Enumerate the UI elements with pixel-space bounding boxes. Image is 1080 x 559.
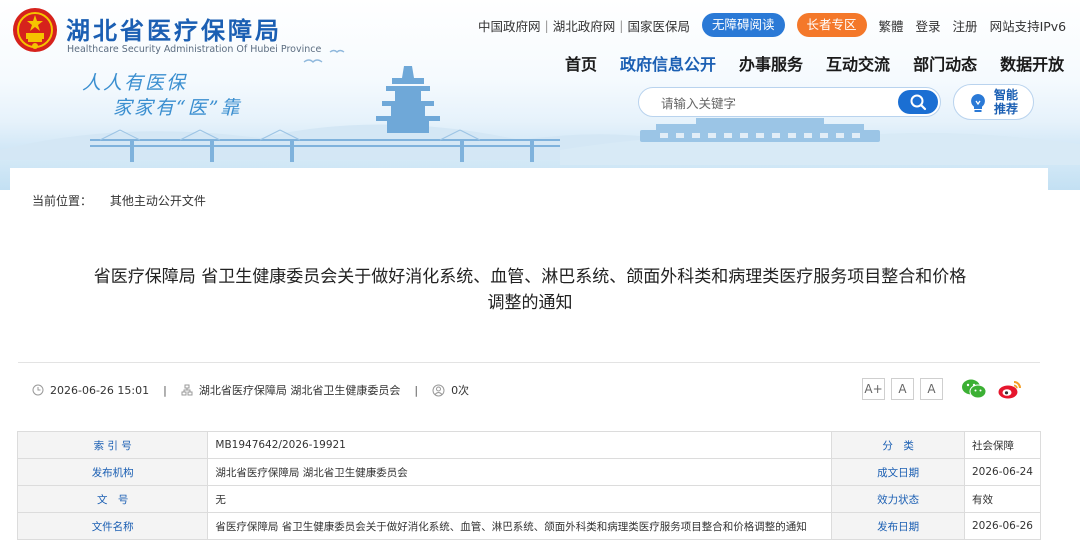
clock-icon <box>32 384 44 396</box>
nav-services[interactable]: 办事服务 <box>739 51 803 75</box>
table-row: 发布机构 湖北省医疗保障局 湖北省卫生健康委员会 成文日期 2026-06-24 <box>16 458 1042 486</box>
traditional-chinese-link[interactable]: 繁體 <box>879 16 904 35</box>
font-normal-button[interactable]: A <box>891 378 914 400</box>
link-nhsa[interactable]: 国家医保局 <box>627 16 690 35</box>
link-hubei-gov[interactable]: 湖北政府网 <box>553 16 616 35</box>
article-card: 当前位置： 其他主动公开文件 省医疗保障局 省卫生健康委员会关于做好消化系统、血… <box>10 168 1048 559</box>
label-index-number: 索 引 号 <box>16 431 209 459</box>
view-count: 0次 <box>451 384 470 397</box>
elder-zone-button[interactable]: 长者专区 <box>796 13 867 37</box>
nav-interaction[interactable]: 互动交流 <box>826 51 890 75</box>
link-gov-cn[interactable]: 中国政府网 <box>478 16 541 35</box>
value-publish-date: 2026-06-26 <box>963 512 1042 540</box>
value-document-number: 无 <box>207 485 833 513</box>
nav-department-news[interactable]: 部门动态 <box>913 51 977 75</box>
document-info-table: 索 引 号 MB1947642/2026-19921 分 类 社会保障 发布机构… <box>16 431 1042 540</box>
value-document-name: 省医疗保障局 省卫生健康委员会关于做好消化系统、血管、淋巴系统、颌面外科类和病理… <box>207 512 833 540</box>
article-title: 省医疗保障局 省卫生健康委员会关于做好消化系统、血管、淋巴系统、颌面外科类和病理… <box>50 264 1010 316</box>
login-link[interactable]: 登录 <box>916 16 941 35</box>
value-validity: 有效 <box>963 485 1042 513</box>
breadcrumb-prefix: 当前位置： <box>32 194 93 208</box>
breadcrumb: 当前位置： 其他主动公开文件 <box>32 192 206 209</box>
weibo-icon[interactable] <box>997 378 1023 400</box>
main-navigation: 首页 政府信息公开 办事服务 互动交流 部门动态 数据开放 <box>565 51 1064 75</box>
label-publisher: 发布机构 <box>16 458 209 486</box>
label-document-number: 文 号 <box>16 485 209 513</box>
link-separator: | <box>544 17 549 33</box>
share-buttons <box>961 378 1033 400</box>
font-increase-button[interactable]: A+ <box>862 378 885 400</box>
link-separator: | <box>619 17 624 33</box>
article-meta: 2026-06-26 15:01 | 湖北省医疗保障局 湖北省卫生健康委员会 |… <box>32 382 469 398</box>
label-document-name: 文件名称 <box>16 512 209 540</box>
meta-separator: | <box>163 383 167 397</box>
header-banner: 湖北省医疗保障局 Healthcare Security Administrat… <box>0 0 1080 190</box>
nav-open-data[interactable]: 数据开放 <box>1000 51 1064 75</box>
smart-recommend-line2: 推荐 <box>994 102 1019 116</box>
value-written-date: 2026-06-24 <box>963 458 1042 486</box>
font-size-controls: A+ A A <box>862 378 949 400</box>
slogan-line-2: 家家有“医”靠 <box>113 97 242 119</box>
search-input[interactable] <box>661 94 891 112</box>
nav-home[interactable]: 首页 <box>565 51 597 75</box>
ipv6-link[interactable]: 网站支持IPv6 <box>990 16 1067 35</box>
article-title-line2: 调整的通知 <box>487 293 573 313</box>
table-row: 文 号 无 效力状态 有效 <box>16 485 1042 513</box>
article-title-line1: 省医疗保障局 省卫生健康委员会关于做好消化系统、血管、淋巴系统、颌面外科类和病理… <box>93 267 967 287</box>
divider <box>18 362 1040 363</box>
accessible-reading-button[interactable]: 无障碍阅读 <box>701 13 785 37</box>
smart-recommend-line1: 智能 <box>994 88 1019 102</box>
table-row: 文件名称 省医疗保障局 省卫生健康委员会关于做好消化系统、血管、淋巴系统、颌面外… <box>16 512 1042 540</box>
search-button[interactable] <box>898 90 938 114</box>
nav-gov-info-disclosure[interactable]: 政府信息公开 <box>620 51 716 75</box>
site-title-english: Healthcare Security Administration Of Hu… <box>67 44 322 55</box>
value-index-number: MB1947642/2026-19921 <box>207 431 833 459</box>
organization-icon <box>181 384 193 396</box>
label-category: 分 类 <box>831 431 965 459</box>
register-link[interactable]: 注册 <box>953 16 978 35</box>
smart-recommend-label: 智能 推荐 <box>994 88 1018 116</box>
publish-date: 2026-06-26 15:01 <box>50 383 150 397</box>
table-row: 索 引 号 MB1947642/2026-19921 分 类 社会保障 <box>16 431 1042 459</box>
site-title[interactable]: 湖北省医疗保障局 <box>66 11 282 46</box>
label-written-date: 成文日期 <box>831 458 965 486</box>
font-default-button[interactable]: A <box>920 378 943 400</box>
article-source: 湖北省医疗保障局 湖北省卫生健康委员会 <box>198 384 401 397</box>
slogan-line-1: 人人有医保 <box>82 72 188 94</box>
top-links-bar: 中国政府网 | 湖北政府网 | 国家医保局 无障碍阅读 长者专区 繁體 登录 注… <box>478 13 1066 37</box>
value-publisher: 湖北省医疗保障局 湖北省卫生健康委员会 <box>207 458 833 486</box>
search-box <box>638 87 941 117</box>
views-icon <box>432 384 445 396</box>
value-category: 社会保障 <box>963 431 1042 459</box>
lightbulb-icon <box>971 94 985 112</box>
meta-separator: | <box>414 383 419 397</box>
label-validity: 效力状态 <box>831 485 965 513</box>
smart-recommend-button[interactable]: 智能 推荐 <box>953 84 1034 120</box>
national-emblem-logo <box>13 8 57 52</box>
breadcrumb-current[interactable]: 其他主动公开文件 <box>110 194 206 208</box>
search-icon <box>910 94 927 111</box>
wechat-icon[interactable] <box>961 378 987 400</box>
label-publish-date: 发布日期 <box>831 512 965 540</box>
